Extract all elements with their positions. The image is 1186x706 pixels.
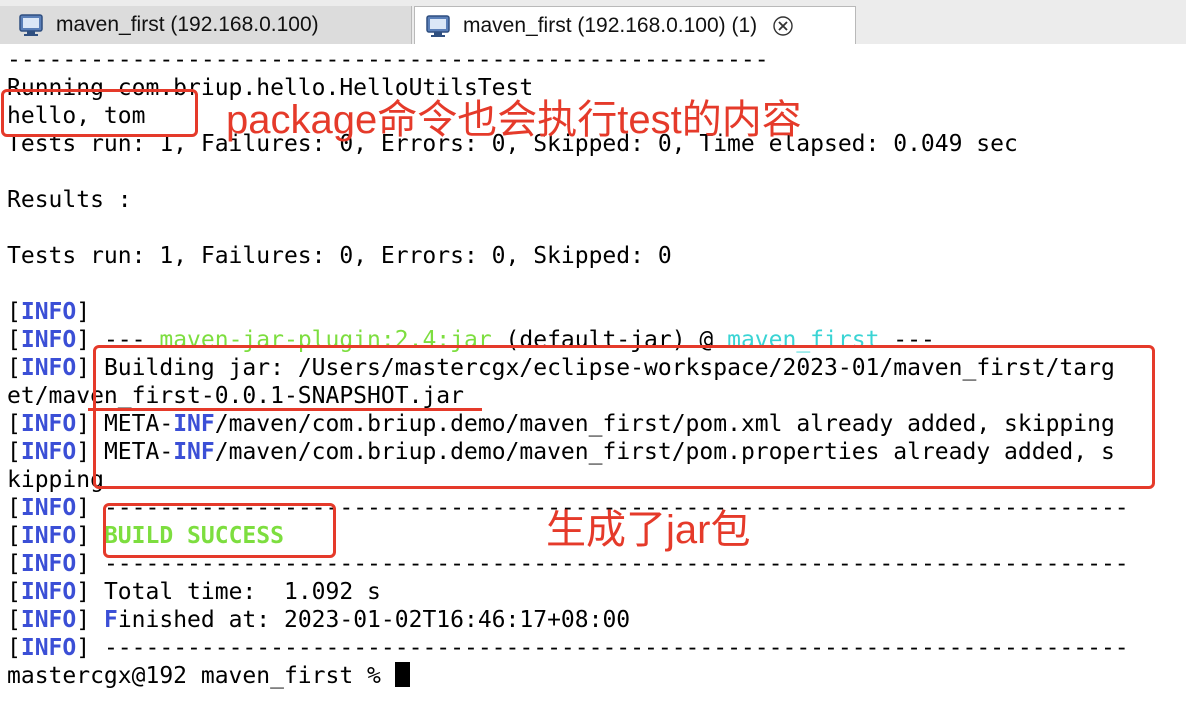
total-time-text: Total time: 1.092 s [90, 579, 381, 605]
separator-text: ----------------------------------------… [90, 635, 1129, 661]
jar-highlight-box [93, 345, 1155, 489]
total-time-line: [INFO] Total time: 1.092 s [7, 579, 381, 605]
info-tag: INFO [20, 299, 77, 325]
info-tag: INFO [20, 439, 77, 465]
tab-session-2[interactable]: maven_first (192.168.0.100) (1) [414, 6, 856, 44]
prompt-line[interactable]: mastercgx@192 maven_first % [7, 662, 410, 690]
results-line: Results : [7, 187, 132, 213]
info-tag: INFO [20, 411, 77, 437]
tests-summary-line: Tests run: 1, Failures: 0, Errors: 0, Sk… [7, 243, 672, 269]
monitor-icon [426, 14, 450, 37]
info-tag: INFO [20, 635, 77, 661]
info-tag: INFO [20, 495, 77, 521]
tab-session-1[interactable]: maven_first (192.168.0.100) [0, 6, 412, 44]
jar-annotation-note: 生成了jar包 [546, 508, 751, 552]
shell-prompt: mastercgx@192 maven_first % [7, 663, 395, 689]
finished-text: inished at: 2023-01-02T16:46:17+08:00 [117, 607, 631, 633]
info-tag: INFO [20, 523, 77, 549]
info-tag: INFO [20, 607, 77, 633]
finished-first-letter: F [103, 607, 118, 633]
hello-highlight-box [1, 89, 198, 137]
info-tag: INFO [20, 551, 77, 577]
tab-label: maven_first (192.168.0.100) (1) [463, 13, 758, 37]
skipping-line: kipping [7, 467, 104, 493]
finished-line: [INFO] Finished at: 2023-01-02T16:46:17+… [7, 607, 631, 633]
monitor-icon [19, 14, 43, 36]
separator-line: ----------------------------------------… [7, 47, 769, 73]
jar-path-underline [88, 408, 482, 411]
test-annotation-note: package命令也会执行test的内容 [226, 98, 802, 142]
build-success-highlight-box [103, 503, 336, 558]
terminal-cursor [394, 662, 410, 687]
info-tag: INFO [20, 327, 77, 353]
info-separator-line: [INFO] ---------------------------------… [7, 635, 1129, 661]
info-tag: INFO [20, 579, 77, 605]
tab-label: maven_first (192.168.0.100) [56, 13, 319, 36]
tab-bar: maven_first (192.168.0.100) maven_first … [0, 0, 1186, 45]
info-line: [INFO] [7, 299, 91, 325]
info-tag: INFO [20, 355, 77, 381]
close-icon[interactable] [773, 15, 793, 36]
